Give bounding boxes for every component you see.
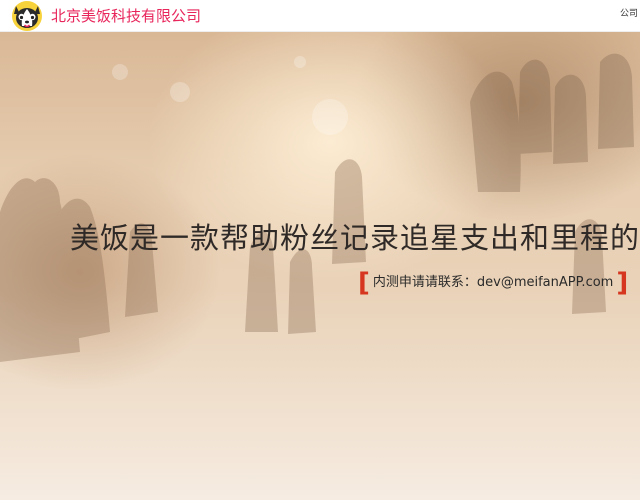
contact-info: [ 内测申请请联系：dev@meifanAPP.com ]	[358, 270, 628, 296]
bracket-open: [	[358, 268, 370, 298]
top-header: 北京美饭科技有限公司 公司	[0, 0, 640, 32]
contact-email-text[interactable]: 内测申请请联系：dev@meifanAPP.com	[370, 275, 616, 291]
concert-crowd-hands-image	[0, 53, 634, 362]
husky-dog-logo-icon[interactable]	[9, 0, 45, 32]
company-name[interactable]: 北京美饭科技有限公司	[51, 6, 201, 26]
hero-banner: 美饭是一款帮助粉丝记录追星支出和里程的工 [ 内测申请请联系：dev@meifa…	[0, 32, 640, 500]
bracket-close: ]	[616, 268, 629, 298]
nav-link-company[interactable]: 公司	[620, 8, 640, 20]
hero-headline: 美饭是一款帮助粉丝记录追星支出和里程的工	[70, 221, 640, 255]
